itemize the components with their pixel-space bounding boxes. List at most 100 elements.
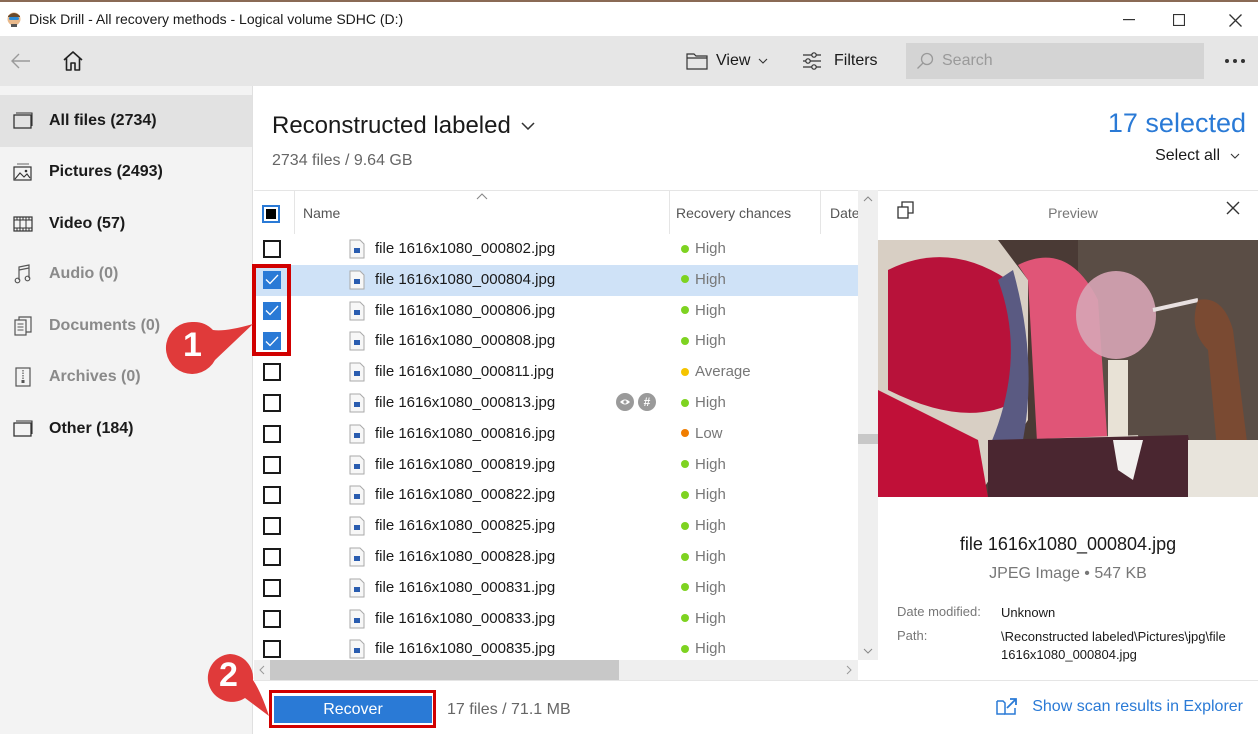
file-row[interactable]: file 1616x1080_000808.jpg High: [254, 326, 858, 357]
file-row[interactable]: file 1616x1080_000806.jpg High: [254, 296, 858, 327]
show-in-explorer-link[interactable]: Show scan results in Explorer: [996, 698, 1243, 716]
file-name: file 1616x1080_000802.jpg: [375, 240, 556, 257]
more-options-button[interactable]: [1218, 48, 1252, 74]
file-row[interactable]: file 1616x1080_000802.jpg High: [254, 234, 858, 265]
jpg-file-icon: [349, 516, 365, 536]
jpg-file-icon: [349, 270, 365, 290]
status-dot-icon: [681, 306, 689, 315]
minimize-button[interactable]: [1106, 6, 1152, 34]
file-row[interactable]: file 1616x1080_000822.jpg High: [254, 480, 858, 511]
back-button[interactable]: [8, 48, 34, 74]
recovery-chance-label: High: [695, 548, 726, 565]
recovery-chance-label: Average: [695, 363, 751, 381]
home-button[interactable]: [58, 47, 88, 75]
recovery-chance: High: [681, 456, 726, 473]
file-name: file 1616x1080_000804.jpg: [375, 270, 556, 288]
row-checkbox[interactable]: [263, 240, 281, 258]
file-name: file 1616x1080_000833.jpg: [375, 609, 556, 627]
row-checkbox[interactable]: [263, 363, 281, 382]
sidebar-item-video[interactable]: Video (57): [0, 198, 252, 250]
file-row[interactable]: file 1616x1080_000828.jpg High: [254, 542, 858, 573]
select-all-checkbox[interactable]: [262, 205, 280, 223]
recovery-chance: Low: [681, 425, 723, 442]
close-window-button[interactable]: [1212, 6, 1258, 34]
file-row[interactable]: file 1616x1080_000804.jpg High: [254, 264, 858, 296]
scroll-right-icon[interactable]: [846, 665, 852, 675]
status-dot-icon: [681, 367, 689, 376]
pictures-icon: [12, 161, 34, 183]
hash-icon[interactable]: #: [638, 393, 656, 411]
jpg-file-icon: [349, 609, 365, 629]
maximize-button[interactable]: [1156, 6, 1202, 34]
row-checkbox[interactable]: [263, 578, 281, 597]
recovery-chance-label: High: [695, 517, 726, 535]
chevron-down-icon: [759, 58, 768, 64]
view-label: View: [716, 52, 751, 69]
page-title: Reconstructed labeled: [272, 112, 511, 139]
file-row[interactable]: file 1616x1080_000825.jpg High: [254, 511, 858, 542]
row-checkbox[interactable]: [263, 609, 281, 628]
filters-button[interactable]: Filters: [802, 48, 878, 74]
row-checkbox[interactable]: [263, 332, 281, 351]
filters-label: Filters: [834, 52, 878, 69]
jpg-file-icon: [349, 301, 365, 321]
horizontal-scrollbar[interactable]: [254, 660, 858, 680]
vertical-scrollbar[interactable]: [858, 190, 878, 660]
recovery-chance-label: High: [695, 301, 726, 319]
vertical-scroll-thumb[interactable]: [858, 434, 878, 444]
preview-file-type: JPEG Image • 547 KB: [989, 565, 1147, 582]
selection-summary: 17 files / 71.1 MB: [447, 701, 571, 718]
row-checkbox[interactable]: [263, 424, 281, 443]
sidebar-item-documents[interactable]: Documents (0): [0, 300, 252, 352]
sidebar-item-archives[interactable]: Archives (0): [0, 351, 252, 403]
file-row[interactable]: file 1616x1080_000833.jpg High: [254, 604, 858, 635]
sidebar-item-other[interactable]: Other (184): [0, 403, 252, 455]
date-modified-value: Unknown: [1001, 605, 1056, 620]
row-checkbox[interactable]: [263, 301, 281, 320]
view-menu-button[interactable]: View: [686, 48, 768, 74]
scroll-up-icon[interactable]: [863, 196, 873, 202]
jpg-file-icon: [349, 639, 365, 659]
recovery-chance-label: High: [695, 332, 726, 350]
sidebar-item-label: Audio (0): [49, 265, 119, 282]
file-row[interactable]: file 1616x1080_000811.jpg Average: [254, 357, 858, 388]
horizontal-scroll-thumb[interactable]: [270, 660, 619, 680]
row-checkbox[interactable]: [263, 455, 281, 474]
selected-count: 17 selected: [1107, 108, 1246, 138]
select-all-dropdown[interactable]: Select all: [1155, 147, 1240, 165]
home-icon: [63, 51, 83, 71]
sidebar: All files (2734) Pictures (2493) Video (…: [0, 86, 253, 734]
file-row[interactable]: file 1616x1080_000831.jpg High: [254, 573, 858, 604]
file-row[interactable]: file 1616x1080_000819.jpg High: [254, 450, 858, 481]
audio-icon: [12, 263, 34, 285]
status-dot-icon: [681, 275, 689, 284]
file-row[interactable]: file 1616x1080_000816.jpg Low: [254, 419, 858, 450]
column-header-name[interactable]: Name: [303, 205, 340, 221]
recovery-chance: High: [681, 271, 726, 288]
preview-eye-icon[interactable]: [616, 393, 634, 411]
row-checkbox[interactable]: [263, 270, 281, 289]
jpg-file-icon: [349, 362, 365, 382]
scroll-left-icon[interactable]: [259, 665, 265, 675]
sidebar-item-all-files[interactable]: All files (2734): [0, 95, 252, 147]
jpg-file-icon: [349, 547, 365, 567]
sidebar-item-pictures[interactable]: Pictures (2493): [0, 146, 252, 198]
title-bar: Disk Drill - All recovery methods - Logi…: [0, 0, 1258, 36]
scroll-down-icon[interactable]: [863, 648, 873, 654]
file-row[interactable]: file 1616x1080_000813.jpg # High: [254, 388, 858, 419]
row-checkbox[interactable]: [263, 486, 281, 505]
sidebar-item-audio[interactable]: Audio (0): [0, 248, 252, 300]
close-preview-icon[interactable]: [1226, 201, 1240, 215]
search-input[interactable]: [942, 52, 1182, 70]
column-header-date[interactable]: Date: [830, 205, 858, 221]
search-box[interactable]: [906, 43, 1204, 79]
row-checkbox[interactable]: [263, 640, 281, 659]
row-checkbox[interactable]: [263, 548, 281, 566]
preview-title: Preview: [1048, 205, 1098, 221]
column-header-recovery-chances[interactable]: Recovery chances: [676, 205, 791, 221]
row-checkbox[interactable]: [263, 517, 281, 536]
row-checkbox[interactable]: [263, 394, 281, 412]
disk-drill-logo-icon: [7, 12, 21, 27]
recover-button[interactable]: Recover: [274, 696, 432, 723]
folder-title-dropdown[interactable]: Reconstructed labeled: [272, 112, 535, 140]
